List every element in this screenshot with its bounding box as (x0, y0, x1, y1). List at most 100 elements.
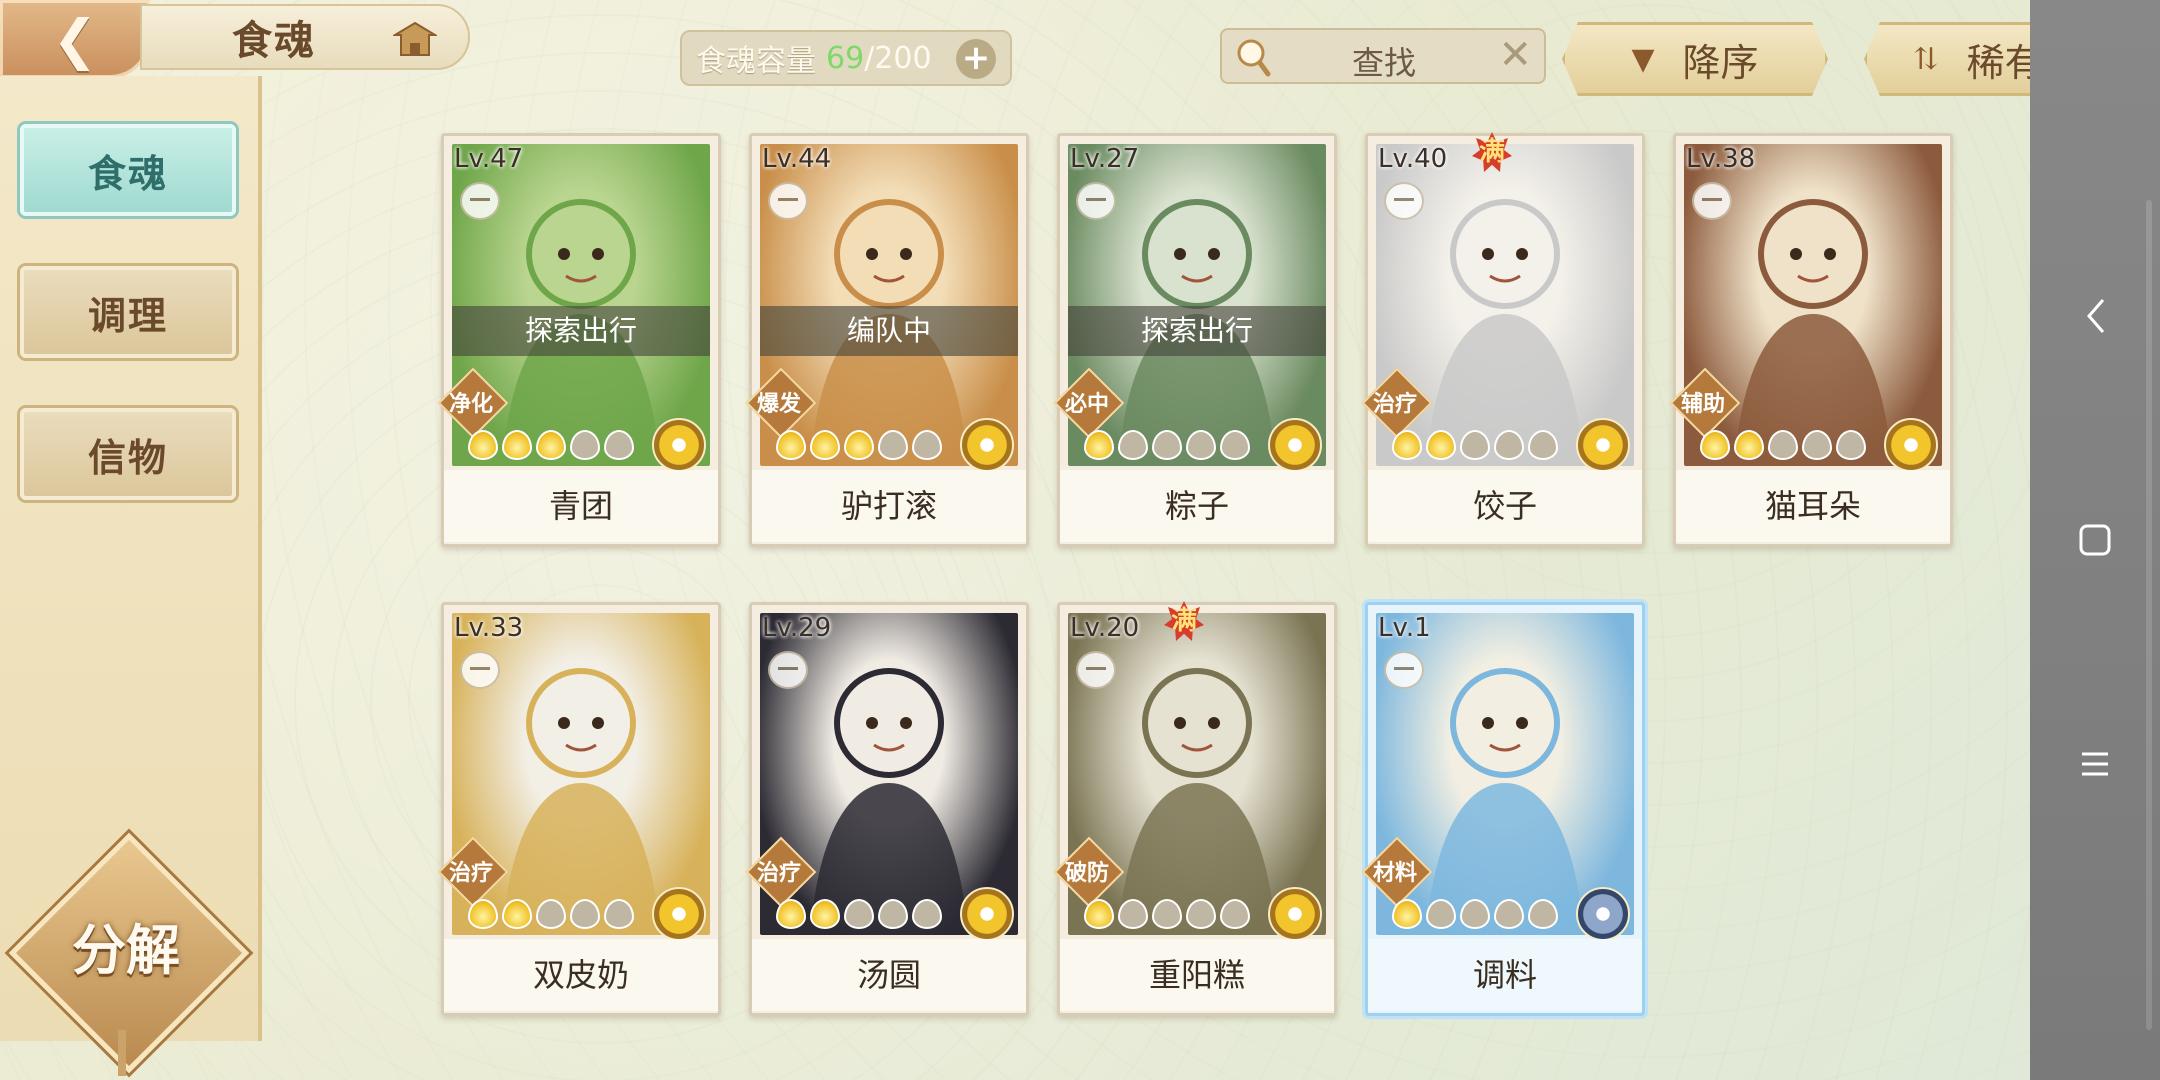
rarity-flower-icon (960, 418, 1014, 472)
star-rating (1700, 430, 1866, 460)
flame-star-icon (844, 899, 874, 929)
food-soul-card[interactable]: Lv.38 辅助猫耳朵 (1669, 133, 1953, 547)
status-banner: 探索出行 (452, 306, 710, 356)
add-capacity-button[interactable]: + (956, 39, 996, 79)
tab-food-souls-label: 食魂 (87, 150, 168, 196)
capacity-label: 食魂容量 (696, 44, 816, 79)
back-button[interactable]: ❮ (0, 0, 150, 78)
star-rating (1392, 899, 1558, 929)
character-name: 饺子 (1368, 470, 1642, 542)
capacity-max: 200 (874, 40, 932, 76)
role-label: 治疗 (1372, 392, 1417, 417)
flame-star-icon (776, 899, 806, 929)
clear-search-icon[interactable]: ✕ (1498, 32, 1532, 78)
food-soul-card[interactable]: Lv.20 满破防 重阳糕 (1053, 601, 1337, 1016)
flame-star-icon (912, 430, 942, 460)
level-label: Lv.27 (1070, 144, 1140, 174)
flame-star-icon (1186, 430, 1216, 460)
flame-star-icon (810, 899, 840, 929)
capacity-panel: 食魂容量 69 / 200 + (680, 30, 1012, 86)
back-arrow-icon: ❮ (52, 7, 98, 71)
role-label: 破防 (1064, 861, 1109, 886)
home-icon[interactable] (392, 20, 438, 60)
decompose-label[interactable]: 分解 (44, 900, 208, 990)
flame-star-icon (1084, 899, 1114, 929)
role-badge: 必中 (1053, 367, 1125, 439)
status-banner: 编队中 (760, 306, 1018, 356)
bowl-icon (460, 651, 500, 689)
character-name: 青团 (444, 470, 718, 542)
top-bar: ❮ 食魂 食魂容量 69 / 200 + 查找 ✕ ▼ 降序 ⇅ 稀有度 (0, 0, 2130, 96)
tab-tokens[interactable]: 信物 (20, 408, 236, 500)
level-label: Lv.40 (1378, 144, 1448, 174)
flame-star-icon (1494, 899, 1524, 929)
bowl-icon (768, 182, 808, 220)
flame-star-icon (570, 899, 600, 929)
flame-star-icon (1528, 430, 1558, 460)
capacity-current: 69 (826, 40, 865, 76)
tassel-decoration (118, 1030, 126, 1076)
star-rating (1392, 430, 1558, 460)
flame-star-icon (810, 430, 840, 460)
search-icon (1234, 36, 1274, 84)
role-badge: 治疗 (1361, 367, 1433, 439)
food-soul-card[interactable]: Lv.33 治疗 双皮奶 (437, 602, 721, 1016)
flame-star-icon (844, 430, 874, 460)
flame-star-icon (1734, 430, 1764, 460)
character-name: 猫耳朵 (1676, 470, 1950, 542)
role-badge: 辅助 (1669, 367, 1741, 439)
role-label: 治疗 (756, 861, 801, 886)
flame-star-icon (1528, 899, 1558, 929)
food-soul-card[interactable]: Lv.47 探索出行净化青团 (437, 133, 721, 547)
flame-star-icon (604, 899, 634, 929)
flame-star-icon (502, 430, 532, 460)
flame-star-icon (912, 899, 942, 929)
flame-star-icon (1152, 430, 1182, 460)
star-rating (776, 430, 942, 460)
role-label: 净化 (448, 392, 493, 417)
food-soul-card[interactable]: Lv.44 编队中 爆发 驴打滚 (745, 133, 1029, 547)
status-banner: 探索出行 (1068, 306, 1326, 356)
flame-star-icon (1836, 430, 1866, 460)
level-label: Lv.38 (1686, 144, 1756, 174)
role-label: 必中 (1064, 392, 1109, 417)
back-icon[interactable] (2075, 296, 2115, 336)
rarity-flower-icon (1268, 418, 1322, 472)
rarity-flower-icon (1268, 887, 1322, 941)
rarity-flower-icon (652, 418, 706, 472)
role-badge: 治疗 (745, 836, 817, 908)
star-rating (1084, 430, 1250, 460)
menu-icon[interactable] (2075, 744, 2115, 784)
flame-star-icon (1700, 430, 1730, 460)
flame-star-icon (1426, 899, 1456, 929)
food-soul-card[interactable]: Lv.40 满治疗 饺子 (1361, 132, 1645, 547)
flame-star-icon (878, 430, 908, 460)
sort-order-label: 降序 (1682, 40, 1759, 85)
flame-star-icon (1152, 899, 1182, 929)
capacity-separator: / (864, 40, 875, 76)
page-title: 食魂 (232, 17, 316, 64)
food-soul-card[interactable]: Lv.27 探索出行必中粽子 (1053, 133, 1337, 547)
character-name: 粽子 (1060, 470, 1334, 542)
role-badge: 破防 (1053, 836, 1125, 908)
rarity-flower-icon (960, 887, 1014, 941)
flame-star-icon (536, 899, 566, 929)
character-name: 调料 (1368, 939, 1642, 1011)
sort-order-button[interactable]: ▼ 降序 (1562, 22, 1828, 96)
flame-star-icon (1186, 899, 1216, 929)
level-label: Lv.33 (454, 613, 524, 643)
food-soul-card[interactable]: Lv.1 材料 调料 (1361, 602, 1645, 1016)
tab-tokens-label: 信物 (87, 434, 168, 480)
role-label: 爆发 (756, 392, 801, 417)
bowl-icon (1384, 651, 1424, 689)
search-box[interactable]: 查找 ✕ (1220, 28, 1546, 84)
bowl-icon (1076, 182, 1116, 220)
food-soul-card[interactable]: Lv.29 治疗 汤圆 (745, 602, 1029, 1016)
tab-tuning[interactable]: 调理 (20, 266, 236, 358)
system-nav-bar (2030, 0, 2160, 1080)
level-label: Lv.47 (454, 144, 524, 174)
scrollbar[interactable] (2146, 200, 2152, 1030)
tab-food-souls[interactable]: 食魂 (20, 124, 236, 216)
search-input[interactable]: 查找 (1352, 38, 1416, 84)
home-square-icon[interactable] (2075, 520, 2115, 560)
